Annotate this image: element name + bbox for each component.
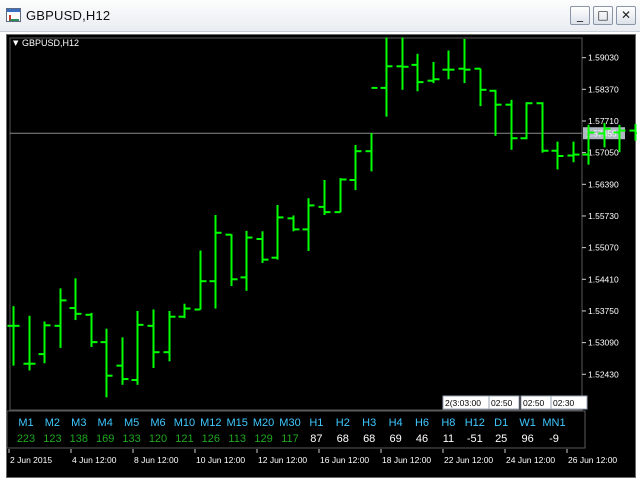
timeframe-label: M2 (45, 417, 60, 429)
y-tick-label: 1.52430 (588, 369, 619, 379)
timeframe-label: M1 (18, 417, 33, 429)
chart-area[interactable]: ▼ GBPUSD,H12 1.59030 1.58370 1.57710 1.57050 1… (6, 34, 637, 479)
y-tick-label: 1.58370 (588, 84, 619, 94)
timeframe-value: 68 (363, 433, 375, 445)
x-tick-label: 12 Jun 12:00 (258, 455, 307, 465)
timeframe-value: -51 (467, 433, 483, 445)
y-tick-label: 1.56390 (588, 179, 619, 189)
timeframe-label: M20 (253, 417, 274, 429)
y-tick-label: 1.59030 (588, 53, 619, 63)
window-title: GBPUSD,H12 (26, 8, 111, 23)
timeframe-value: 133 (122, 433, 140, 445)
window-titlebar: GBPUSD,H12 _ □ ✕ (0, 0, 640, 32)
timeframe-label: W1 (519, 417, 536, 429)
timeframe-value: 96 (521, 433, 533, 445)
timeframe-label: H3 (362, 417, 376, 429)
y-tick-label: 1.57050 (588, 148, 619, 158)
y-tick-label: 1.53090 (588, 338, 619, 348)
timer-box-label: 02:50 (523, 398, 545, 408)
y-tick-label: 1.54410 (588, 274, 619, 284)
symbol-label: GBPUSD,H12 (22, 38, 79, 48)
timeframe-label: H8 (441, 417, 455, 429)
close-button[interactable]: ✕ (616, 6, 636, 25)
x-tick-label: 8 Jun 12:00 (134, 455, 179, 465)
timeframe-label: H12 (465, 417, 485, 429)
x-tick-label: 26 Jun 12:00 (568, 455, 617, 465)
timeframe-value: 138 (70, 433, 88, 445)
timeframe-label: M15 (226, 417, 247, 429)
timeframe-value: 120 (149, 433, 167, 445)
x-tick-label: 22 Jun 12:00 (444, 455, 493, 465)
minimize-button[interactable]: _ (570, 6, 590, 25)
timeframe-value: 46 (416, 433, 428, 445)
timeframe-value: 169 (96, 433, 114, 445)
timer-box-label: 2(3:03:00 (445, 398, 481, 408)
y-tick-label: 1.53750 (588, 306, 619, 316)
timeframe-label: H2 (336, 417, 350, 429)
timer-box-label: 02:30 (553, 398, 575, 408)
x-tick-label: 18 Jun 12:00 (382, 455, 431, 465)
timeframe-value: 129 (254, 433, 272, 445)
timeframe-value: 87 (310, 433, 322, 445)
timeframe-label: H4 (389, 417, 403, 429)
y-tick-label: 1.55730 (588, 211, 619, 221)
timeframe-value: 113 (228, 433, 246, 445)
timeframe-value: 126 (202, 433, 220, 445)
price-chart[interactable]: ▼ GBPUSD,H12 1.59030 1.58370 1.57710 1.57050 1… (7, 35, 637, 479)
timeframe-value: 123 (43, 433, 61, 445)
timeframe-label: H6 (415, 417, 429, 429)
y-tick-label: 1.57710 (588, 116, 619, 126)
x-tick-label: 16 Jun 12:00 (320, 455, 369, 465)
timeframe-label: M6 (150, 417, 165, 429)
timeframe-label: M5 (124, 417, 139, 429)
x-tick-label: 24 Jun 12:00 (506, 455, 555, 465)
timeframe-value: 117 (281, 433, 299, 445)
timeframe-label: MN1 (542, 417, 565, 429)
y-tick-label: 1.55070 (588, 243, 619, 253)
maximize-button[interactable]: □ (593, 6, 613, 25)
timeframe-label: D1 (494, 417, 508, 429)
timeframe-value: 11 (443, 433, 454, 445)
timeframe-label: H1 (309, 417, 323, 429)
x-tick-label: 2 Jun 2015 (10, 455, 52, 465)
timeframe-label: M10 (174, 417, 195, 429)
timeframe-value: 69 (389, 433, 401, 445)
timeframe-value: 121 (175, 433, 193, 445)
timeframe-value: 223 (17, 433, 35, 445)
timeframe-value: 25 (495, 433, 507, 445)
x-tick-label: 10 Jun 12:00 (196, 455, 245, 465)
chart-app-icon (6, 8, 21, 22)
timeframe-label: M3 (71, 417, 86, 429)
timeframe-value: 68 (337, 433, 349, 445)
chart-menu-icon[interactable]: ▼ (13, 39, 19, 47)
timeframe-value: -9 (549, 433, 559, 445)
timeframe-label: M30 (279, 417, 300, 429)
x-tick-label: 4 Jun 12:00 (72, 455, 117, 465)
timeframe-label: M4 (98, 417, 113, 429)
timeframe-label: M12 (200, 417, 221, 429)
timer-box-label: 02:50 (491, 398, 513, 408)
